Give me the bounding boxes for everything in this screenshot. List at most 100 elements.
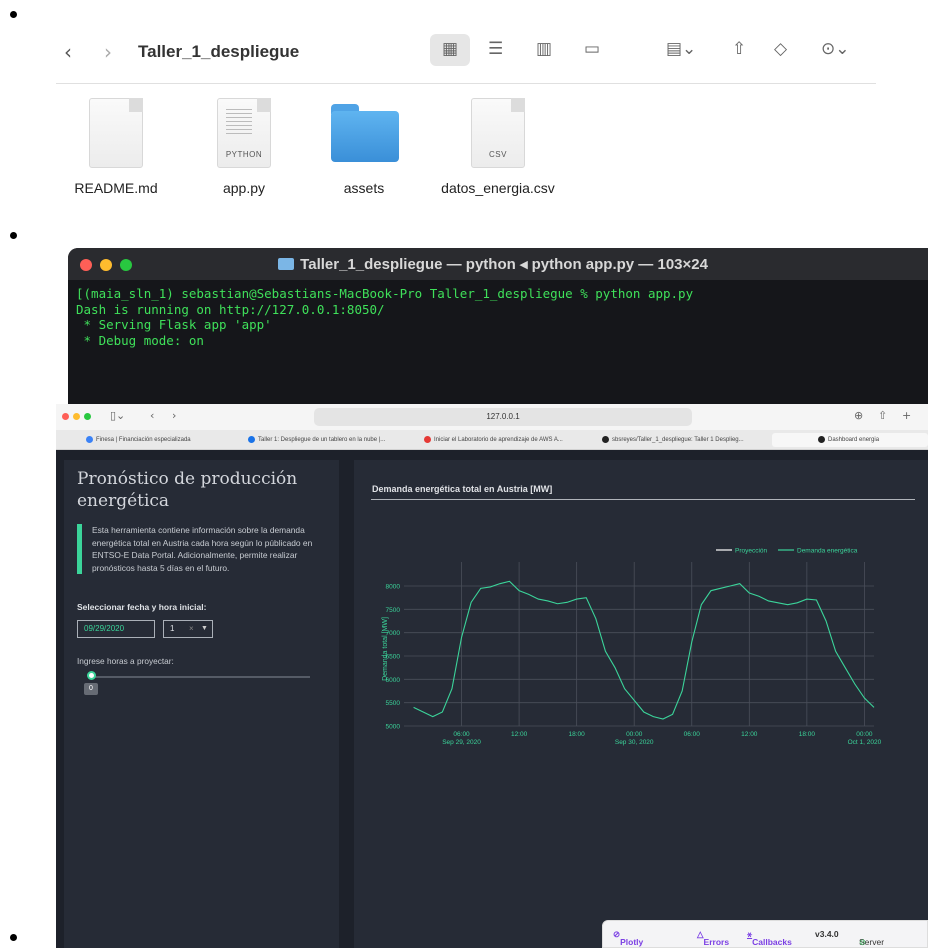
tab-favicon <box>86 435 93 443</box>
tab-label: Finesa | Financiación especializada <box>96 437 191 443</box>
bullet <box>10 232 17 239</box>
tab-label: Dashboard energia <box>828 437 880 443</box>
close-window-button[interactable] <box>62 413 69 420</box>
minimize-window-button[interactable] <box>73 413 80 420</box>
browser-tab[interactable]: Iniciar el Laboratorio de aprendizaje de… <box>424 433 584 447</box>
folder-icon <box>278 258 294 270</box>
share-icon[interactable]: ⇧ <box>732 39 746 59</box>
file-type-tag: PYTHON <box>225 150 263 159</box>
dash-dev-tools-bar: ⊘ Plotly Cloud △ Errors ⚹ Callbacks v3.4… <box>602 920 928 948</box>
terminal-line: * Serving Flask app 'app' <box>76 317 272 332</box>
browser-tab[interactable]: Finesa | Financiación especializada <box>86 433 236 447</box>
address-bar[interactable]: 127.0.0.1 <box>314 408 692 426</box>
callbacks-label: Callbacks <box>752 937 792 947</box>
terminal-title-text: Taller_1_despliegue — python ◂ python ap… <box>300 256 708 273</box>
legend-label-demanda: Demanda energética <box>797 548 858 555</box>
y-tick-label: 5500 <box>386 700 401 707</box>
file-name: assets <box>343 180 385 196</box>
callbacks-button[interactable]: ⚹ Callbacks <box>747 929 792 947</box>
bullet <box>10 934 17 941</box>
terminal-window[interactable]: Taller_1_despliegue — python ◂ python ap… <box>68 248 928 418</box>
chevron-down-icon[interactable]: ▼ <box>201 621 208 637</box>
zoom-window-button[interactable] <box>84 413 91 420</box>
bullet <box>10 11 17 18</box>
date-picker-input[interactable]: 09/29/2020 <box>77 620 155 638</box>
browser-tab[interactable]: sbsreyes/Taller_1_despliegue: Taller 1 D… <box>602 433 762 447</box>
x-tick-label: 18:00 <box>799 731 816 738</box>
file-name: app.py <box>222 180 266 196</box>
browser-tab[interactable]: Taller 1: Despliegue de un tablero en la… <box>248 433 408 447</box>
folder-title: Taller_1_despliegue <box>138 42 300 61</box>
browser-tab-active[interactable]: Dashboard energia <box>772 433 928 447</box>
forward-icon[interactable]: › <box>172 409 176 422</box>
browser-window: ▯⌄ ‹ › 127.0.0.1 ⊕ ⇧ + Finesa | Financia… <box>56 404 928 948</box>
x-tick-label: 12:00 <box>741 731 758 738</box>
tab-bar: Finesa | Financiación especializada Tall… <box>56 430 928 450</box>
terminal-line: [(maia_sln_1) sebastian@Sebastians-MacBo… <box>76 286 694 301</box>
finder-toolbar: ‹ › Taller_1_despliegue ▦ ☰ ▥ ▭ ▤⌄ ⇧ ◇ ⊙… <box>56 22 876 84</box>
tab-label: Iniciar el Laboratorio de aprendizaje de… <box>434 437 563 443</box>
x-tick-label: 18:00 <box>569 731 586 738</box>
page-title: Pronóstico de producción energética <box>77 469 298 511</box>
dash-app: Pronóstico de producción energética Esta… <box>56 450 928 948</box>
zoom-window-button[interactable] <box>120 259 132 271</box>
terminal-title: Taller_1_despliegue — python ◂ python ap… <box>278 255 708 273</box>
y-tick-label: 5000 <box>386 724 401 731</box>
list-view-icon[interactable]: ☰ <box>488 39 503 59</box>
sidebar-icon[interactable]: ▯⌄ <box>110 409 125 422</box>
browser-toolbar: ▯⌄ ‹ › 127.0.0.1 ⊕ ⇧ + <box>56 404 928 430</box>
hours-slider-handle[interactable] <box>87 671 96 680</box>
more-icon[interactable]: ⊙⌄ <box>821 39 850 59</box>
gallery-view-icon[interactable]: ▭ <box>584 39 600 59</box>
slider-value-tooltip: 0 <box>84 683 98 695</box>
tab-favicon <box>818 435 825 443</box>
minimize-window-button[interactable] <box>100 259 112 271</box>
x-tick-date-label: Sep 30, 2020 <box>615 739 654 746</box>
file-name: datos_energia.csv <box>441 180 555 196</box>
errors-button[interactable]: △ Errors <box>697 929 729 947</box>
check-icon: ⊘ <box>859 937 867 947</box>
folder-icon <box>331 104 399 162</box>
errors-label: Errors <box>703 937 730 947</box>
demand-series-line <box>413 580 875 720</box>
tab-favicon <box>602 435 609 443</box>
tag-icon[interactable]: ◇ <box>774 39 787 59</box>
x-tick-date-label: Sep 29, 2020 <box>442 739 481 746</box>
legend-label-proyeccion: Proyección <box>735 548 768 555</box>
y-tick-label: 7500 <box>386 607 401 614</box>
terminal-line: Dash is running on http://127.0.0.1:8050… <box>76 301 385 317</box>
hour-value: 1 <box>170 624 175 633</box>
x-tick-label: 00:00 <box>856 731 873 738</box>
group-icon[interactable]: ▤⌄ <box>666 39 696 59</box>
url-text: 127.0.0.1 <box>486 412 520 421</box>
x-tick-label: 00:00 <box>626 731 643 738</box>
csv-file-icon: CSV <box>471 98 525 168</box>
back-button[interactable]: ‹ <box>64 40 72 64</box>
share-icon[interactable]: ⇧ <box>878 409 887 422</box>
back-icon[interactable]: ‹ <box>150 409 154 422</box>
grid-view-icon[interactable]: ▦ <box>442 39 458 59</box>
close-window-button[interactable] <box>80 259 92 271</box>
plotly-cloud-button[interactable]: ⊘ Plotly Cloud <box>613 929 644 948</box>
column-view-icon[interactable]: ▥ <box>536 39 552 59</box>
terminal-line: * Debug mode: on <box>76 332 204 348</box>
plotly-cloud-label: Plotly Cloud <box>620 937 644 948</box>
hour-dropdown[interactable]: 1 × ▼ <box>163 620 213 638</box>
download-icon[interactable]: ⊕ <box>854 409 863 422</box>
description-text: Esta herramienta contiene información so… <box>77 524 339 574</box>
document-icon <box>89 98 143 168</box>
x-tick-date-label: Oct 1, 2020 <box>848 739 882 746</box>
chart-panel: Demanda energética total en Austria [MW]… <box>354 460 928 948</box>
controls-panel: Pronóstico de producción energética Esta… <box>64 460 339 948</box>
tab-favicon <box>424 435 431 443</box>
forward-button[interactable]: › <box>104 40 112 64</box>
demand-line-chart[interactable]: 500055006000650070007500800006:00Sep 29,… <box>354 460 928 948</box>
new-tab-icon[interactable]: + <box>902 409 911 422</box>
tab-label: sbsreyes/Taller_1_despliegue: Taller 1 D… <box>612 437 744 443</box>
file-name: README.md <box>74 180 158 196</box>
x-tick-label: 12:00 <box>511 731 528 738</box>
terminal-titlebar: Taller_1_despliegue — python ◂ python ap… <box>68 248 928 280</box>
hours-slider-track[interactable] <box>92 676 310 678</box>
clear-icon[interactable]: × <box>189 621 194 637</box>
tab-favicon <box>248 435 255 443</box>
